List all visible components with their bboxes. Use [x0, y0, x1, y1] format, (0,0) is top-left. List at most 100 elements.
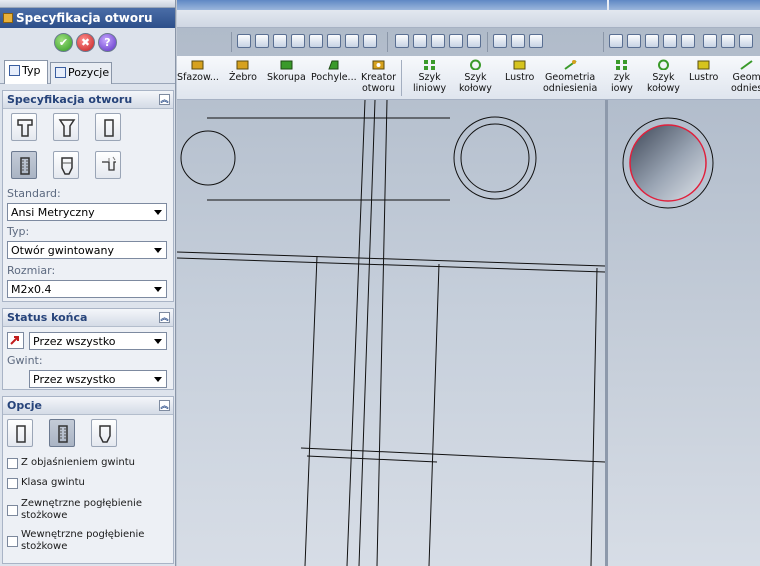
- titlebar-fragment: [609, 0, 760, 10]
- command-label: Geom odnies: [731, 72, 760, 94]
- mirror-command[interactable]: Lustro: [505, 59, 534, 83]
- hole-outer-circle: [453, 116, 537, 200]
- reverse-direction-button[interactable]: [7, 332, 24, 349]
- display-style-icon[interactable]: [363, 34, 377, 48]
- command-label: Lustro: [505, 72, 535, 83]
- command-label: Żebro: [229, 72, 257, 83]
- hidden-lines-removed-icon-2[interactable]: [645, 34, 659, 48]
- pm-action-row: ✔ ✖ ?: [0, 28, 175, 56]
- circular-pattern-icon: [469, 59, 481, 70]
- thread-select[interactable]: Przez wszystko: [29, 370, 167, 388]
- shaded-icon[interactable]: [467, 34, 481, 48]
- collapse-icon[interactable]: ︽: [159, 94, 170, 105]
- counterbore-icon: [17, 119, 33, 137]
- secondary-viewport[interactable]: [608, 100, 760, 566]
- vertical-edge: [346, 100, 388, 566]
- model-wireframe[interactable]: [177, 100, 605, 566]
- reference-geometry-command-right[interactable]: Geom odnies: [731, 59, 760, 94]
- pan-icon[interactable]: [327, 34, 341, 48]
- hole-type-button[interactable]: [95, 113, 121, 141]
- cancel-button[interactable]: ✖: [76, 33, 95, 52]
- hole-spec-group-header[interactable]: Specyfikacja otworu ︽: [3, 91, 173, 109]
- property-manager: Specyfikacja otworu ✔ ✖ ? Typ Pozycje Sp…: [0, 0, 176, 566]
- hole-preview: [622, 117, 714, 209]
- command-label: Szyk kołowy: [459, 72, 492, 94]
- checkbox-box[interactable]: [7, 505, 18, 516]
- tab-typ-label: Typ: [22, 64, 41, 77]
- shaded-with-edges-icon-2[interactable]: [663, 34, 677, 48]
- hidden-lines-visible-icon[interactable]: [413, 34, 427, 48]
- thread-option-button[interactable]: [7, 419, 33, 447]
- graphics-area[interactable]: Sfazow... Żebro Skorupa Pochyle... Kreat…: [177, 0, 760, 566]
- linear-pattern-command[interactable]: Szyk liniowy: [413, 59, 446, 94]
- rib-command[interactable]: Żebro: [229, 59, 257, 83]
- collapse-icon[interactable]: ︽: [159, 312, 170, 323]
- thread-label: Gwint:: [7, 354, 43, 367]
- zoom-to-area-icon[interactable]: [273, 34, 287, 48]
- legacy-hole-type-button[interactable]: [95, 151, 121, 179]
- size-value: M2x0.4: [11, 283, 52, 296]
- tapped-hole-type-button[interactable]: [11, 151, 37, 179]
- scene-icon-2[interactable]: [739, 34, 753, 48]
- shell-icon: [280, 60, 293, 70]
- view-orientation-icon[interactable]: [237, 34, 251, 48]
- cosmetic-thread-option-button[interactable]: [49, 419, 75, 447]
- end-condition-group-header[interactable]: Status końca ︽: [3, 309, 173, 327]
- draft-command[interactable]: Pochyle...: [311, 59, 357, 83]
- tab-typ[interactable]: Typ: [4, 60, 48, 84]
- standard-select[interactable]: Ansi Metryczny: [7, 203, 167, 221]
- wireframe-icon[interactable]: [395, 34, 409, 48]
- hole-wizard-command[interactable]: Kreator otworu: [361, 59, 396, 94]
- command-label: Pochyle...: [311, 72, 357, 83]
- type-select[interactable]: Otwór gwintowany: [7, 241, 167, 259]
- zoom-to-fit-icon[interactable]: [255, 34, 269, 48]
- circular-pattern-command-right[interactable]: Szyk kołowy: [647, 59, 680, 94]
- command-label: Geometria odniesienia: [543, 72, 598, 94]
- tab-pozycje[interactable]: Pozycje: [50, 62, 112, 84]
- appearance-icon[interactable]: [511, 34, 525, 48]
- linear-pattern-icon: [616, 60, 628, 70]
- command-separator: [401, 60, 402, 96]
- end-condition-group: Status końca ︽ Przez wszystko Gwint: Prz…: [2, 308, 174, 390]
- hole-circle: [180, 130, 236, 186]
- shell-command[interactable]: Skorupa: [267, 59, 306, 83]
- type-value: Otwór gwintowany: [11, 244, 114, 257]
- reference-geometry-command[interactable]: Geometria odniesienia: [543, 59, 597, 94]
- standard-label: Standard:: [7, 187, 61, 200]
- mirror-command-right[interactable]: Lustro: [689, 59, 718, 83]
- remove-thread-option-button[interactable]: [91, 419, 117, 447]
- options-group-header[interactable]: Opcje ︽: [3, 397, 173, 415]
- appearance-icon-2[interactable]: [721, 34, 735, 48]
- ok-button[interactable]: ✔: [54, 33, 73, 52]
- pipe-tap-type-button[interactable]: [53, 151, 79, 179]
- chamfer-command[interactable]: Sfazow...: [177, 59, 219, 83]
- shaded-with-edges-icon[interactable]: [449, 34, 463, 48]
- thread-hole-icon: [16, 425, 26, 443]
- view-settings-icon[interactable]: [493, 34, 507, 48]
- circular-pattern-command[interactable]: Szyk kołowy: [459, 59, 492, 94]
- countersink-type-button[interactable]: [53, 113, 79, 141]
- help-button[interactable]: ?: [98, 33, 117, 52]
- hidden-lines-visible-icon-2[interactable]: [627, 34, 641, 48]
- hidden-lines-removed-icon[interactable]: [431, 34, 445, 48]
- collapse-icon[interactable]: ︽: [159, 400, 170, 411]
- shaded-icon-2[interactable]: [681, 34, 695, 48]
- checkbox-box[interactable]: [7, 458, 18, 469]
- hole-inner-circle: [460, 123, 530, 193]
- checkbox-box[interactable]: [7, 536, 18, 547]
- wireframe-icon-2[interactable]: [609, 34, 623, 48]
- end-condition-select[interactable]: Przez wszystko: [29, 332, 167, 350]
- rotate-view-icon[interactable]: [309, 34, 323, 48]
- circular-pattern-icon: [657, 59, 669, 70]
- section-view-icon[interactable]: [345, 34, 359, 48]
- zoom-in-out-icon[interactable]: [291, 34, 305, 48]
- size-select[interactable]: M2x0.4: [7, 280, 167, 298]
- checkbox-box[interactable]: [7, 478, 18, 489]
- linear-pattern-command-right[interactable]: zyk iowy: [611, 59, 633, 94]
- counterbore-type-button[interactable]: [11, 113, 37, 141]
- toolbar-separator: [387, 32, 388, 52]
- rib-icon: [236, 60, 249, 70]
- scene-icon[interactable]: [529, 34, 543, 48]
- options-group: Opcje ︽ Z objaśnieniem gwintu Klasa gwin…: [2, 396, 174, 564]
- view-settings-icon-2[interactable]: [703, 34, 717, 48]
